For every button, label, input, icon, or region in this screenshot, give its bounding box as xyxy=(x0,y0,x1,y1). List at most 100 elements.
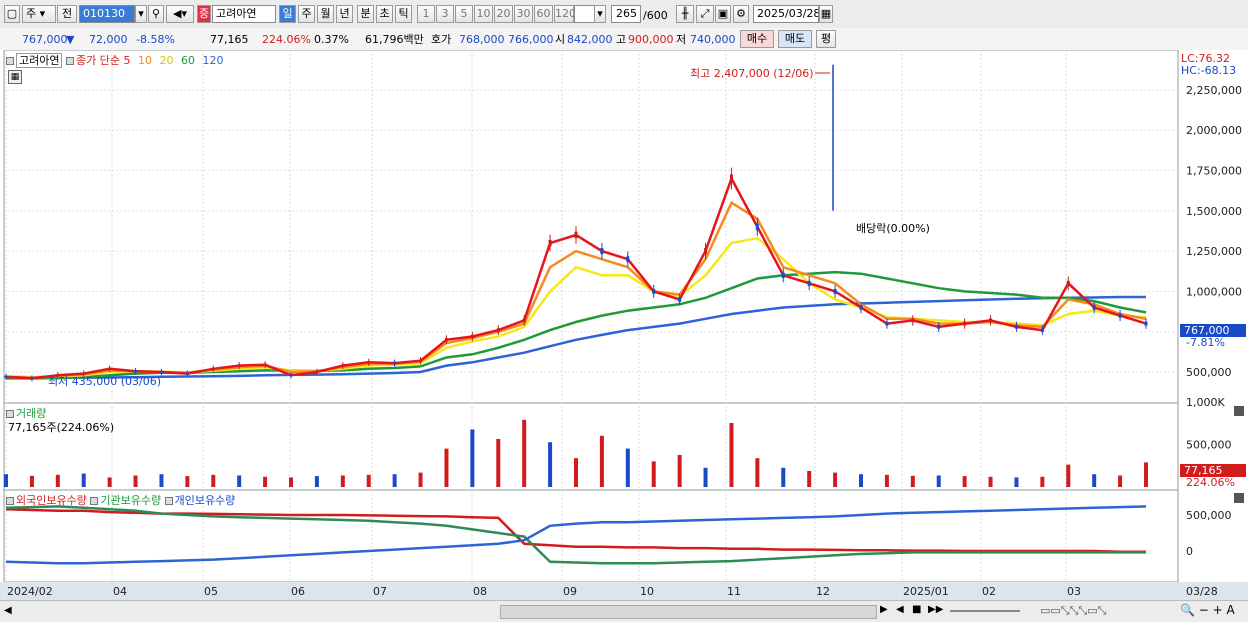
draw-tool-icon[interactable]: ⤢ xyxy=(696,5,714,23)
tab-week[interactable]: 주 xyxy=(298,5,315,23)
volume-bar xyxy=(366,474,371,487)
volume-bar xyxy=(237,475,242,487)
stock-name-field[interactable]: 고려아연 xyxy=(212,5,276,23)
tab-tick[interactable]: 틱 xyxy=(395,5,412,23)
legend-institution[interactable]: 기관보유수량 xyxy=(100,494,161,507)
quote-high: 900,000 xyxy=(628,33,674,46)
volume-bar xyxy=(962,476,967,487)
interval-30[interactable]: 30 xyxy=(514,5,533,23)
quote-ask: 768,000 xyxy=(459,33,505,46)
scroll-thumb[interactable] xyxy=(500,605,877,619)
tab-year[interactable]: 년 xyxy=(336,5,353,23)
scroll-left-icon[interactable]: ◀ xyxy=(4,605,12,616)
legend-ma5: 5 xyxy=(123,54,131,67)
volume-bar xyxy=(185,476,190,487)
candle-body xyxy=(729,174,733,183)
current-pct-tag: -7.81% xyxy=(1186,336,1225,349)
quote-ask-label: 호가 xyxy=(431,33,452,46)
prev-button[interactable]: 전 xyxy=(57,5,77,23)
volume-panel-frame xyxy=(3,402,1179,491)
volume-bar xyxy=(1144,462,1148,487)
interval-5[interactable]: 5 xyxy=(455,5,473,23)
candle-body xyxy=(1040,328,1044,332)
interval-1[interactable]: 1 xyxy=(417,5,435,23)
save-icon[interactable]: ▣ xyxy=(715,5,731,23)
speaker-icon[interactable]: ◀▾ xyxy=(166,5,194,23)
volume-bar xyxy=(1118,475,1123,487)
scroll-right-icon[interactable]: ▶ xyxy=(880,604,888,615)
interval-dropdown-chevron-icon[interactable]: ▾ xyxy=(594,5,606,23)
tab-minute[interactable]: 분 xyxy=(357,5,374,23)
calendar-icon[interactable]: ▦ xyxy=(819,5,833,23)
code-dropdown-chevron-icon[interactable]: ▾ xyxy=(135,5,147,23)
candle-body xyxy=(211,367,215,371)
zoom-tools[interactable]: 🔍 − + A xyxy=(1180,603,1235,617)
candle-body xyxy=(1118,313,1122,318)
bottom-scrollbar[interactable]: ◀ ▶ ◀ ■ ▶▶ ▭▭⤡⤡⤡▭⤡ 🔍 − + A xyxy=(0,600,1248,622)
volume-bar xyxy=(859,474,863,487)
legend-foreign[interactable]: 외국인보유수량 xyxy=(16,494,87,507)
candle-body xyxy=(315,370,319,374)
price-y-tick: 1,000,000 xyxy=(1186,285,1242,298)
panel-max-icon[interactable] xyxy=(1234,493,1244,503)
gear-icon[interactable]: ⚙ xyxy=(733,5,749,23)
stock-code-input[interactable]: 010130 xyxy=(79,5,135,23)
volume-bar xyxy=(833,472,838,487)
quote-volume: 77,165 xyxy=(210,33,249,46)
x-last-label: 03/28 xyxy=(1186,585,1218,598)
interval-20[interactable]: 20 xyxy=(494,5,513,23)
legend-stock-name[interactable]: 고려아연 xyxy=(16,53,63,68)
volume-bar xyxy=(936,475,941,487)
market-select[interactable]: 주 ▾ xyxy=(22,5,56,23)
window-menu-icon[interactable]: ▢ xyxy=(4,5,20,23)
x-tick-label: 2024/02 xyxy=(7,585,53,598)
drawing-tools-icons[interactable]: ▭▭⤡⤡⤡▭⤡ xyxy=(1040,604,1106,618)
holdings-y-tick: 0 xyxy=(1186,545,1193,558)
volume-subtitle: 77,165주(224.06%) xyxy=(8,421,115,434)
stop-icon[interactable]: ■ xyxy=(912,604,921,615)
volume-bar xyxy=(703,467,708,487)
candle-body xyxy=(652,288,656,294)
tab-second[interactable]: 초 xyxy=(376,5,393,23)
volume-bar xyxy=(625,448,630,487)
interval-3[interactable]: 3 xyxy=(436,5,454,23)
count-total: /600 xyxy=(643,9,668,22)
interval-60[interactable]: 60 xyxy=(534,5,553,23)
chart-area: 2024/02 04 05 06 07 08 09 10 11 12 2025/01 02 03 03/2… xyxy=(0,50,1248,622)
volume-bar xyxy=(988,476,993,487)
x-tick-label: 09 xyxy=(563,585,577,598)
candle-body xyxy=(911,318,915,323)
candle-type-icon[interactable]: ╫ xyxy=(676,5,694,23)
panel-max-icon[interactable] xyxy=(1234,406,1244,416)
dividend-annotation: 배당락(0.00%) xyxy=(856,222,930,235)
interval-10[interactable]: 10 xyxy=(474,5,493,23)
volume-bar xyxy=(81,473,86,487)
zoom-slider[interactable] xyxy=(950,610,1020,612)
candle-body xyxy=(1066,280,1070,286)
x-axis-band xyxy=(0,582,1248,600)
candle-body xyxy=(600,248,604,255)
legend-square-icon xyxy=(65,57,74,65)
eval-button[interactable]: 평 xyxy=(816,30,836,48)
count-input[interactable]: 265 xyxy=(611,5,641,23)
tab-day[interactable]: 일 xyxy=(279,5,296,23)
candle-body xyxy=(885,321,889,326)
quote-open: 842,000 xyxy=(567,33,613,46)
volume-bar xyxy=(340,475,345,487)
legend-square-icon xyxy=(6,57,14,65)
candle-body xyxy=(781,272,785,278)
play-back-icon[interactable]: ◀ xyxy=(896,604,904,615)
table-view-icon[interactable]: ▦ xyxy=(8,70,22,84)
date-input[interactable]: 2025/03/28 xyxy=(753,5,819,23)
fast-forward-icon[interactable]: ▶▶ xyxy=(928,604,943,615)
tab-month[interactable]: 월 xyxy=(317,5,334,23)
legend-ma60: 60 xyxy=(180,54,195,67)
volume-bar xyxy=(807,471,812,487)
interval-120[interactable]: 120 xyxy=(554,5,576,23)
candle-body xyxy=(963,321,967,326)
search-icon[interactable]: ⚲ xyxy=(148,5,164,23)
sell-button[interactable]: 매도 xyxy=(778,30,812,48)
legend-individual[interactable]: 개인보유수량 xyxy=(175,494,236,507)
buy-button[interactable]: 매수 xyxy=(740,30,774,48)
legend-ma-label[interactable]: 종가 단순 xyxy=(76,54,120,67)
